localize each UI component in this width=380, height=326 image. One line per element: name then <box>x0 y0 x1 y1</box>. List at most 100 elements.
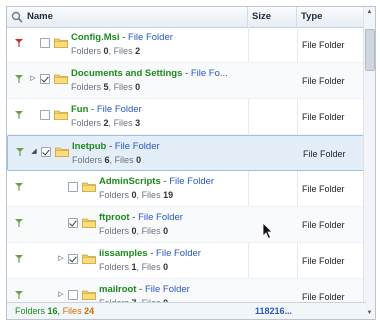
folder-kind: File Fo... <box>190 68 228 79</box>
folders-label: Folders <box>99 226 130 236</box>
row-checkbox[interactable] <box>68 290 78 300</box>
folder-name-line[interactable]: Inetpub - File Folder <box>72 141 160 152</box>
flag-icon[interactable] <box>15 147 25 157</box>
files-count: 19 <box>163 190 174 200</box>
expand-toggle-icon[interactable]: ▷ <box>29 75 37 83</box>
row-checkbox[interactable] <box>40 110 50 120</box>
files-count: 0 <box>163 226 169 236</box>
row-checkbox[interactable] <box>40 74 50 84</box>
tree-grid[interactable]: Name Size Type Config.Msi - File Folder F… <box>6 6 376 320</box>
expand-toggle-icon[interactable]: ▷ <box>57 291 65 299</box>
row-checkbox[interactable] <box>40 38 50 48</box>
folder-name-line[interactable]: ftproot - File Folder <box>99 212 183 223</box>
folders-count: 0 <box>131 226 137 236</box>
column-header-size-label: Size <box>252 11 272 22</box>
folders-count: 2 <box>103 118 109 128</box>
expand-toggle-icon[interactable] <box>57 183 65 191</box>
search-icon <box>11 11 23 23</box>
files-label: Files <box>141 190 161 200</box>
table-row[interactable]: Config.Msi - File Folder Folders 0, Files… <box>7 27 366 63</box>
files-count: 2 <box>135 46 141 56</box>
footer-folders-count: 16 <box>47 306 58 316</box>
type-cell: File Folder <box>302 184 345 194</box>
folder-kind: File Folder <box>96 104 142 115</box>
expand-toggle-icon[interactable] <box>29 111 37 119</box>
row-checkbox[interactable] <box>68 182 78 192</box>
table-row[interactable]: ▷ iissamples - File Folder Folders 1, File… <box>7 243 366 279</box>
table-row[interactable]: AdminScripts - File Folder Folders 0, Fil… <box>7 171 366 207</box>
folder-stats: Folders 1, Files 0 <box>99 262 169 272</box>
footer-files-count: 24 <box>84 306 95 316</box>
name-separator: - <box>147 248 157 259</box>
flag-icon[interactable] <box>14 254 24 264</box>
folders-label: Folders <box>71 46 102 56</box>
column-header-name-label: Name <box>27 11 53 22</box>
folder-name-line[interactable]: Documents and Settings - File Fo... <box>71 68 228 79</box>
type-cell: File Folder <box>303 149 346 159</box>
name-separator: - <box>88 104 97 115</box>
vertical-scrollbar[interactable]: ▲ ▼ <box>363 7 375 319</box>
folder-name-line[interactable]: iissamples - File Folder <box>99 248 201 259</box>
column-header-type[interactable]: Type <box>297 7 366 27</box>
flag-icon[interactable] <box>14 182 24 192</box>
table-row[interactable]: ▷ Documents and Settings - File Fo... Fold… <box>7 63 366 99</box>
expand-toggle-icon[interactable]: ◢ <box>30 148 38 156</box>
folder-name: AdminScripts <box>99 176 161 187</box>
folders-count: 0 <box>103 46 109 56</box>
folders-label: Folders <box>99 190 130 200</box>
type-cell: File Folder <box>302 40 345 50</box>
footer-summary: Folders 16, Files 24 <box>15 306 95 316</box>
expand-toggle-icon[interactable]: ▷ <box>57 255 65 263</box>
folder-icon <box>82 290 96 300</box>
scroll-up-icon[interactable]: ▲ <box>364 7 375 18</box>
column-header-name[interactable]: Name <box>7 7 248 27</box>
files-label: Files <box>141 262 161 272</box>
files-label: Files <box>114 155 134 165</box>
folder-name: Documents and Settings <box>71 68 183 79</box>
footer-total-size: 118216... <box>255 306 293 316</box>
folder-name-line[interactable]: AdminScripts - File Folder <box>99 176 214 187</box>
folders-count: 0 <box>131 190 137 200</box>
folder-name: iissamples <box>99 248 148 259</box>
folder-name-line[interactable]: Fun - File Folder <box>71 104 142 115</box>
table-row[interactable]: ftproot - File Folder Folders 0, Files 0F… <box>7 207 366 243</box>
row-checkbox[interactable] <box>41 147 51 157</box>
folder-kind: File Folder <box>144 284 190 295</box>
flag-icon[interactable] <box>14 74 24 84</box>
expand-toggle-icon[interactable] <box>29 39 37 47</box>
table-row[interactable]: ◢ Inetpub - File Folder Folders 6, Files 0… <box>7 135 366 171</box>
folder-name-line[interactable]: mailroot - File Folder <box>99 284 190 295</box>
folder-name: mailroot <box>99 284 137 295</box>
folder-stats: Folders 5, Files 0 <box>71 82 141 92</box>
row-checkbox[interactable] <box>68 218 78 228</box>
folder-name-line[interactable]: Config.Msi - File Folder <box>71 32 173 43</box>
name-separator: - <box>182 68 191 79</box>
folder-kind: File Folder <box>156 248 201 259</box>
folder-stats: Folders 0, Files 19 <box>99 190 174 200</box>
expand-toggle-icon[interactable] <box>57 219 65 227</box>
type-cell: File Folder <box>302 112 345 122</box>
flag-icon[interactable] <box>14 38 24 48</box>
folder-stats: Folders 0, Files 0 <box>99 226 169 236</box>
scrollbar-thumb[interactable] <box>365 29 375 71</box>
folders-count: 1 <box>131 262 137 272</box>
folder-icon <box>55 147 69 157</box>
folder-name: Inetpub <box>72 141 107 152</box>
row-checkbox[interactable] <box>68 254 78 264</box>
folder-stats: Folders 6, Files 0 <box>72 155 142 165</box>
folders-label: Folders <box>99 262 130 272</box>
folder-stats: Folders 0, Files 2 <box>71 46 141 56</box>
folder-name: Fun <box>71 104 89 115</box>
files-count: 3 <box>135 118 141 128</box>
folder-name: ftproot <box>99 212 130 223</box>
folder-icon <box>54 110 68 120</box>
column-header-size[interactable]: Size <box>248 7 297 27</box>
folder-kind: File Folder <box>114 141 160 152</box>
table-row[interactable]: Fun - File Folder Folders 2, Files 3 File … <box>7 99 366 135</box>
flag-icon[interactable] <box>14 218 24 228</box>
folder-name: Config.Msi <box>71 32 120 43</box>
folder-icon <box>82 254 96 264</box>
flag-icon[interactable] <box>14 290 24 300</box>
flag-icon[interactable] <box>14 110 24 120</box>
folder-kind: File Folder <box>138 212 183 223</box>
